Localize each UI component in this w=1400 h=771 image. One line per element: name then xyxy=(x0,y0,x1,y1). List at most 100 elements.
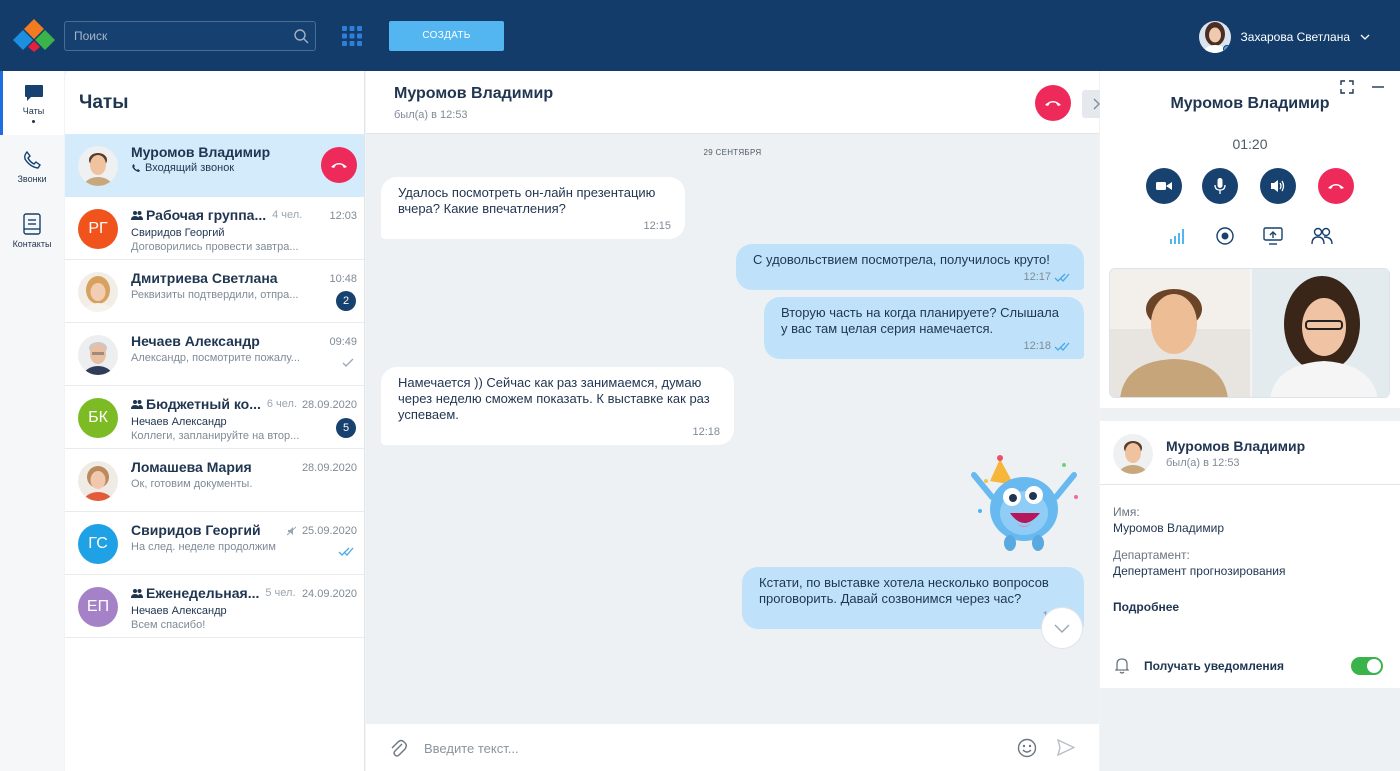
message-outgoing[interactable]: Кстати, по выставке хотела несколько воп… xyxy=(742,567,1084,629)
message-outgoing[interactable]: С удовольствием посмотрела, получилось к… xyxy=(736,244,1084,290)
chat-name: Муромов Владимир xyxy=(131,144,271,160)
message-input[interactable] xyxy=(424,734,984,762)
avatar: ЕП xyxy=(78,587,118,627)
record-button[interactable] xyxy=(1213,224,1237,248)
nav-item-calls[interactable]: Звонки xyxy=(0,135,64,199)
chat-name-text: Бюджетный ко... xyxy=(146,396,261,412)
create-button[interactable]: СОЗДАТЬ xyxy=(389,21,504,51)
notifications-toggle[interactable] xyxy=(1351,657,1383,675)
contact-header[interactable]: Муромов Владимир был(а) в 12:53 xyxy=(1100,421,1400,485)
monster-sticker[interactable] xyxy=(966,451,1086,556)
read-check-icon xyxy=(342,358,354,367)
chat-time-row: 25.09.2020 xyxy=(286,525,357,537)
emoji-icon[interactable] xyxy=(1017,738,1037,758)
attachment-icon[interactable] xyxy=(389,738,407,758)
speaker-button[interactable] xyxy=(1260,168,1296,204)
search-input[interactable] xyxy=(65,22,285,50)
chat-time: 12:03 xyxy=(329,210,357,222)
video-camera-icon xyxy=(1156,182,1172,190)
more-details-link[interactable]: Подробнее xyxy=(1113,600,1179,614)
mute-icon xyxy=(286,526,296,536)
notifications-label: Получать уведомления xyxy=(1144,659,1285,673)
nav-item-chats[interactable]: Чаты xyxy=(0,71,64,135)
signal-quality-button[interactable] xyxy=(1165,224,1189,248)
chat-item-sviridov[interactable]: ГС Свиридов Георгий 25.09.2020 На след. … xyxy=(65,512,364,575)
conversation-panel: Муромов Владимир был(а) в 12:53 29 СЕНТЯ… xyxy=(366,71,1110,771)
chat-item-nechaev[interactable]: Нечаев Александр 09:49 Александр, посмот… xyxy=(65,323,364,386)
chat-item-budget[interactable]: БК Бюджетный ко... 6 чел. 28.09.2020 Неч… xyxy=(65,386,364,449)
avatar: ГС xyxy=(78,524,118,564)
chat-time: 28.09.2020 xyxy=(301,462,357,474)
chat-name-text: Рабочая группа... xyxy=(146,207,267,223)
chat-item-muromov[interactable]: Муромов Владимир Входящий звонок xyxy=(65,134,364,197)
chat-item-dmitrieva[interactable]: Дмитриева Светлана 10:48 Реквизиты подтв… xyxy=(65,260,364,323)
user-name[interactable]: Захарова Светлана xyxy=(1241,30,1350,44)
notifications-row: Получать уведомления xyxy=(1100,644,1400,688)
user-menu[interactable]: Захарова Светлана xyxy=(1198,21,1370,53)
apps-grid-icon[interactable] xyxy=(340,24,364,48)
mute-button[interactable] xyxy=(1202,168,1238,204)
message-composer xyxy=(366,724,1099,771)
group-icon xyxy=(131,211,143,220)
double-check-icon xyxy=(1054,342,1070,351)
unread-badge: 5 xyxy=(336,418,356,438)
group-icon xyxy=(131,589,143,598)
unread-badge: 2 xyxy=(336,291,356,311)
chat-item-work-group[interactable]: РГ Рабочая группа... 4 чел. 12:03 Свирид… xyxy=(65,197,364,260)
user-avatar[interactable] xyxy=(1198,21,1231,53)
top-bar: СОЗДАТЬ Захарова Светлана xyxy=(0,0,1400,71)
screen-share-button[interactable] xyxy=(1261,224,1285,248)
message-outgoing[interactable]: Вторую часть на когда планируете? Слышал… xyxy=(764,297,1084,359)
chat-list-panel: Чаты Муромов Владимир Входящий звонок РГ… xyxy=(65,71,365,771)
chat-preview-text: Входящий звонок xyxy=(145,162,235,174)
call-contact-name: Муромов Владимир xyxy=(1170,95,1330,112)
chat-item-weekly[interactable]: ЕП Еженедельная... 5 чел. 24.09.2020 Неч… xyxy=(65,575,364,638)
message-incoming[interactable]: Намечается )) Сейчас как раз занимаемся,… xyxy=(381,367,734,445)
conversation-title[interactable]: Муромов Владимир xyxy=(394,85,553,103)
end-call-button[interactable] xyxy=(321,147,357,183)
signal-bars-icon xyxy=(1170,229,1184,244)
video-toggle-button[interactable] xyxy=(1146,168,1182,204)
chat-preview: Реквизиты подтвердили, отпра... xyxy=(131,289,299,301)
message-incoming[interactable]: Удалось посмотреть он-лайн презентацию в… xyxy=(381,177,685,239)
participants-button[interactable] xyxy=(1310,224,1334,248)
message-time: 12:18 xyxy=(1023,338,1070,354)
app-logo[interactable] xyxy=(13,18,55,52)
end-call-button[interactable] xyxy=(1318,168,1354,204)
scroll-down-button[interactable] xyxy=(1041,607,1083,649)
chat-preview: Всем спасибо! xyxy=(131,619,206,631)
date-separator: 29 СЕНТЯБРЯ xyxy=(703,148,762,157)
chat-sender: Свиридов Георгий xyxy=(131,227,225,239)
department-label: Департамент: xyxy=(1113,548,1190,562)
chat-time: 10:48 xyxy=(329,273,357,285)
chat-preview: Александр, посмотрите пожалу... xyxy=(131,352,300,364)
search-box[interactable] xyxy=(64,21,316,51)
video-call-area[interactable] xyxy=(1109,268,1390,398)
chat-item-lomasheva[interactable]: Ломашева Мария 28.09.2020 Ок, готовим до… xyxy=(65,449,364,512)
name-label: Имя: xyxy=(1113,505,1140,519)
message-time: 12:18 xyxy=(692,426,720,438)
nav-item-contacts[interactable]: Контакты xyxy=(0,199,64,263)
chat-time: 09:49 xyxy=(329,336,357,348)
end-call-button[interactable] xyxy=(1035,85,1071,121)
chat-bubble-icon xyxy=(24,84,43,101)
chat-sender: Нечаев Александр xyxy=(131,416,227,428)
chevron-down-icon[interactable] xyxy=(1360,34,1370,40)
nav-item-label: Звонки xyxy=(17,174,47,184)
chevron-right-icon xyxy=(1093,98,1100,110)
avatar xyxy=(78,272,118,312)
conversation-header: Муромов Владимир был(а) в 12:53 xyxy=(366,71,1110,134)
message-time: 12:17 xyxy=(1023,269,1070,285)
search-icon[interactable] xyxy=(293,28,309,44)
chat-name: Бюджетный ко... 6 чел. xyxy=(131,396,297,412)
member-count: 5 чел. xyxy=(265,587,296,599)
fullscreen-icon[interactable] xyxy=(1340,80,1354,94)
minimize-icon[interactable] xyxy=(1371,80,1385,94)
send-icon[interactable] xyxy=(1057,739,1075,756)
chat-time: 28.09.2020 xyxy=(301,399,357,411)
details-panel: Муромов Владимир 01:20 Муромов Владимир … xyxy=(1100,71,1400,771)
phone-icon xyxy=(24,150,41,169)
participants-icon xyxy=(1311,227,1333,245)
chat-preview: Входящий звонок xyxy=(131,162,234,174)
phone-icon xyxy=(132,164,140,172)
